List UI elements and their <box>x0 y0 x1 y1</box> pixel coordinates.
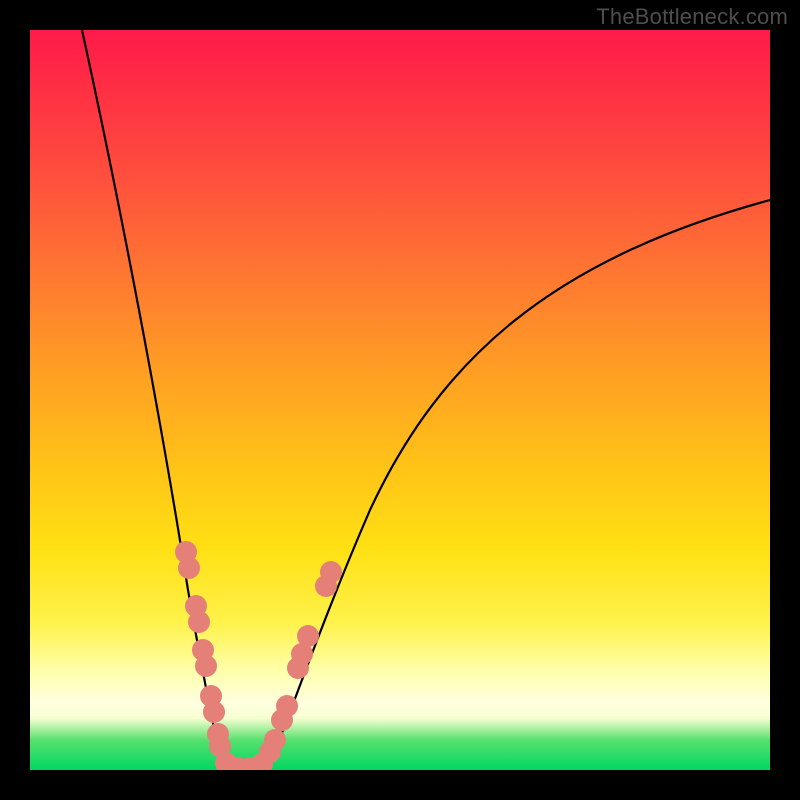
bead <box>203 701 225 723</box>
bead <box>297 625 319 647</box>
chart-frame: TheBottleneck.com <box>0 0 800 800</box>
bead <box>320 561 342 583</box>
bead <box>178 557 200 579</box>
bead-group <box>175 541 342 770</box>
plot-area <box>30 30 770 770</box>
bead <box>276 695 298 717</box>
bead <box>195 655 217 677</box>
bead <box>264 729 286 751</box>
curve-right-arm <box>267 200 770 770</box>
bead <box>188 611 210 633</box>
watermark-text: TheBottleneck.com <box>596 4 788 30</box>
chart-svg <box>30 30 770 770</box>
